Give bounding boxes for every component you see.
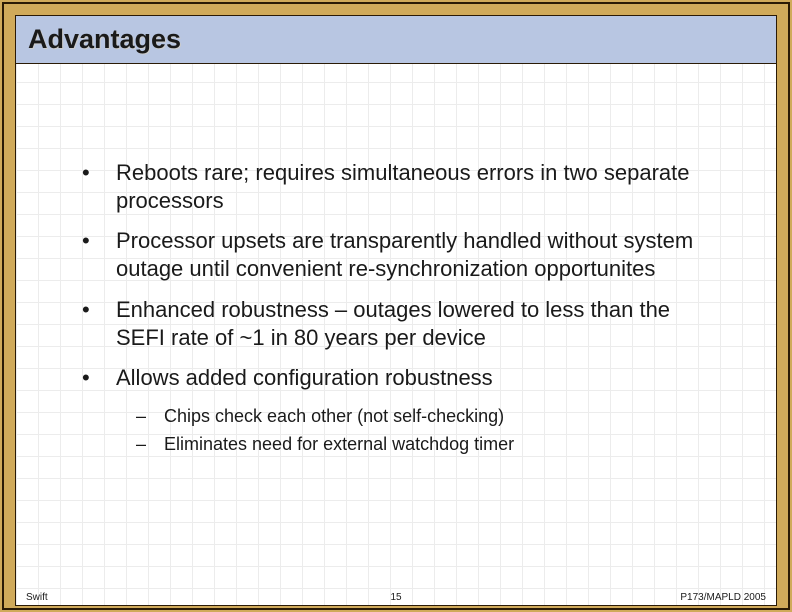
- main-bullet-list: Reboots rare; requires simultaneous erro…: [76, 159, 716, 457]
- footer-author: Swift: [26, 592, 48, 603]
- sub-bullet-list: Chips check each other (not self-checkin…: [116, 404, 716, 457]
- bullet-item: Allows added configuration robustness Ch…: [110, 364, 716, 457]
- slide-outer-frame: Advantages Reboots rare; requires simult…: [0, 0, 792, 612]
- bullet-item: Reboots rare; requires simultaneous erro…: [110, 159, 716, 215]
- bullet-item-label: Allows added configuration robustness: [116, 365, 493, 390]
- bullet-item: Processor upsets are transparently handl…: [110, 227, 716, 283]
- title-bar: Advantages: [16, 16, 776, 64]
- sub-bullet-item: Chips check each other (not self-checkin…: [158, 404, 716, 428]
- bullet-item: Enhanced robustness – outages lowered to…: [110, 296, 716, 352]
- slide-mid-frame: Advantages Reboots rare; requires simult…: [2, 2, 790, 610]
- slide-title: Advantages: [28, 24, 181, 55]
- slide-inner-frame: Advantages Reboots rare; requires simult…: [15, 15, 777, 606]
- slide-content: Reboots rare; requires simultaneous erro…: [16, 64, 776, 457]
- sub-bullet-item: Eliminates need for external watchdog ti…: [158, 432, 716, 456]
- footer-page-number: 15: [390, 592, 401, 603]
- footer-conference: P173/MAPLD 2005: [680, 592, 766, 603]
